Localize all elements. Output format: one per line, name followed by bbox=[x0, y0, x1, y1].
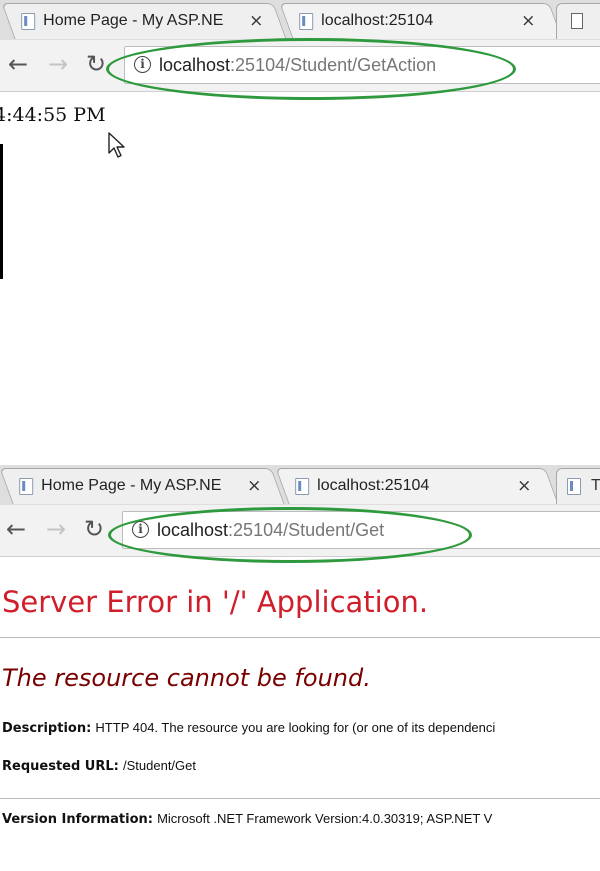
browser-toolbar: ← → ↻ i localhost:25104/Student/Get bbox=[0, 505, 600, 557]
browser-screenshot-2: Home Page - My ASP.NE × localhost:25104 … bbox=[0, 465, 600, 871]
requested-url-value: /Student/Get bbox=[123, 758, 196, 773]
version-information: Version Information: Microsoft .NET Fram… bbox=[2, 811, 492, 827]
info-icon[interactable]: i bbox=[132, 521, 149, 538]
browser-screenshot-1: Home Page - My ASP.NE × localhost:25104 … bbox=[0, 0, 600, 300]
forward-button[interactable]: → bbox=[46, 515, 66, 543]
description-text: HTTP 404. The resource you are looking f… bbox=[95, 720, 496, 735]
time-text: 4:44:55 PM bbox=[0, 104, 106, 126]
page-favicon-icon bbox=[299, 13, 314, 30]
version-value: Microsoft .NET Framework Version:4.0.303… bbox=[157, 811, 493, 826]
tab-new[interactable] bbox=[556, 3, 600, 39]
requested-url-label: Requested URL: bbox=[2, 759, 119, 774]
back-button[interactable]: ← bbox=[6, 515, 26, 543]
close-icon[interactable]: × bbox=[517, 475, 531, 497]
page-favicon-icon bbox=[567, 478, 581, 495]
tab-label: localhost:25104 bbox=[321, 12, 434, 29]
page-favicon-icon bbox=[21, 13, 36, 30]
tab-strip: Home Page - My ASP.NE × localhost:25104 … bbox=[0, 0, 600, 40]
page-favicon-icon bbox=[295, 478, 310, 495]
page-favicon-icon bbox=[19, 478, 34, 495]
requested-url: Requested URL: /Student/Get bbox=[2, 758, 196, 774]
reload-button[interactable]: ↻ bbox=[84, 515, 104, 543]
url-host: localhost bbox=[157, 520, 229, 540]
url-path: :25104/Student/GetAction bbox=[230, 55, 437, 75]
close-icon[interactable]: × bbox=[247, 475, 261, 497]
forward-button[interactable]: → bbox=[48, 50, 68, 78]
description-label: Description: bbox=[2, 721, 92, 736]
left-border bbox=[0, 144, 3, 279]
close-icon[interactable]: × bbox=[249, 10, 263, 32]
info-icon[interactable]: i bbox=[134, 56, 151, 73]
error-description: Description: HTTP 404. The resource you … bbox=[2, 720, 495, 736]
error-subtitle: The resource cannot be found. bbox=[2, 664, 371, 692]
tab-home-page[interactable]: Home Page - My ASP.NE × bbox=[1, 3, 287, 39]
tab-label: T bbox=[591, 477, 600, 494]
mouse-pointer-icon bbox=[108, 132, 125, 158]
document-icon bbox=[571, 13, 583, 29]
close-icon[interactable]: × bbox=[521, 10, 535, 32]
address-bar[interactable]: i localhost:25104/Student/GetAction bbox=[124, 46, 600, 84]
tab-home-page[interactable]: Home Page - My ASP.NE × bbox=[0, 468, 285, 504]
tab-strip: Home Page - My ASP.NE × localhost:25104 … bbox=[0, 465, 600, 505]
address-bar[interactable]: i localhost:25104/Student/Get bbox=[122, 511, 600, 549]
url-path: :25104/Student/Get bbox=[228, 520, 385, 540]
reload-button[interactable]: ↻ bbox=[86, 50, 106, 78]
divider bbox=[0, 798, 600, 799]
browser-toolbar: ← → ↻ i localhost:25104/Student/GetActio… bbox=[0, 40, 600, 92]
tab-localhost[interactable]: localhost:25104 × bbox=[275, 468, 559, 504]
tab-label: Home Page - My ASP.NE bbox=[41, 477, 222, 494]
error-title: Server Error in '/' Application. bbox=[2, 585, 429, 619]
tab-label: Home Page - My ASP.NE bbox=[43, 12, 224, 29]
divider bbox=[0, 637, 600, 638]
tab-third[interactable]: T bbox=[556, 468, 600, 504]
url-text[interactable]: localhost:25104/Student/GetAction bbox=[159, 54, 436, 76]
url-host: localhost bbox=[159, 55, 231, 75]
back-button[interactable]: ← bbox=[8, 50, 28, 78]
version-label: Version Information: bbox=[2, 812, 153, 827]
tab-label: localhost:25104 bbox=[317, 477, 430, 494]
tab-localhost[interactable]: localhost:25104 × bbox=[279, 3, 563, 39]
url-text[interactable]: localhost:25104/Student/Get bbox=[157, 519, 384, 541]
